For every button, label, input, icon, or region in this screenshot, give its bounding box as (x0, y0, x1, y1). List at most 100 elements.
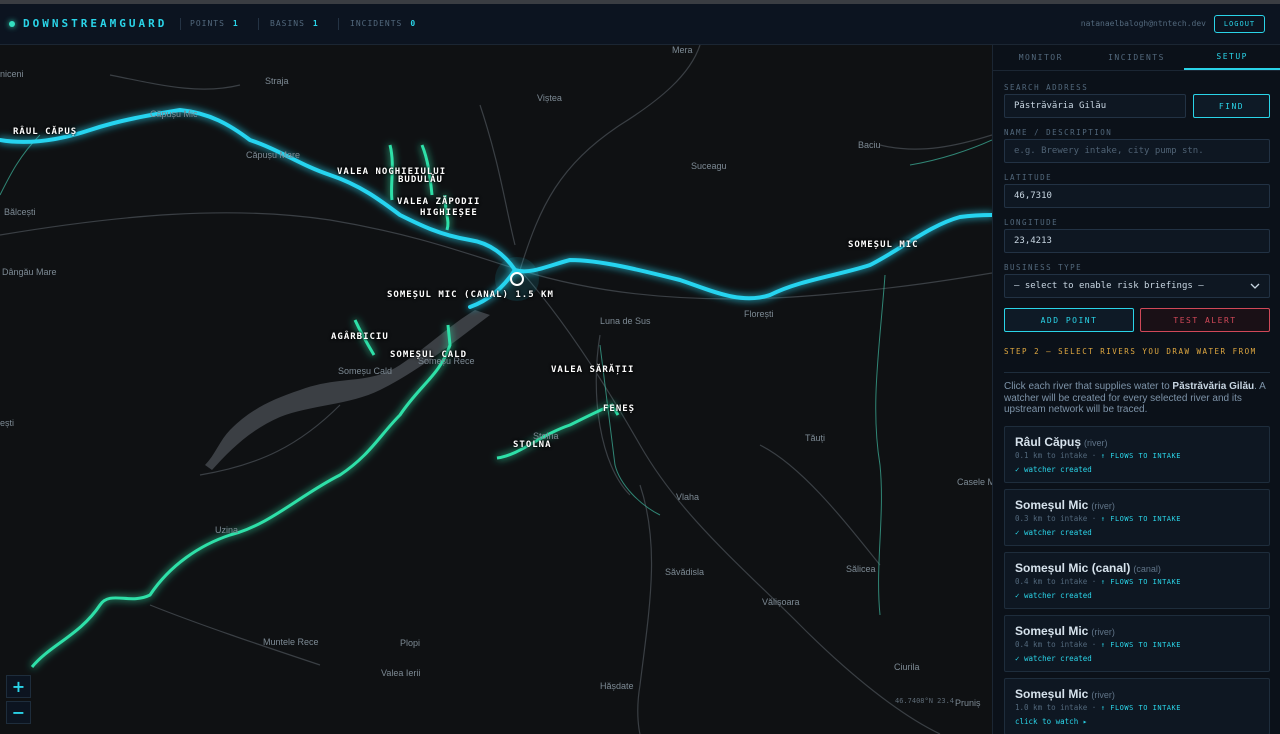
place-label: Valea Ierii (381, 668, 421, 678)
search-label: SEARCH ADDRESS (1004, 83, 1089, 92)
place-label: Uzina (215, 525, 239, 535)
river-name: Someșul Mic (river) (1015, 498, 1115, 512)
river-card[interactable]: Someșul Mic (canal) (canal) 0.4 km to int… (1004, 552, 1270, 609)
name-input[interactable]: e.g. Brewery intake, city pump stn. (1004, 139, 1270, 163)
stat-value: 0 (410, 19, 417, 28)
stat-value: 1 (232, 19, 239, 28)
place-label: Bălcești (4, 207, 36, 217)
tab-monitor[interactable]: MONITOR (993, 45, 1089, 70)
river-name-text: Someșul Mic (canal) (1015, 561, 1131, 575)
river-label[interactable]: VALEA ZĂPODII (397, 197, 480, 207)
divider (1004, 372, 1270, 373)
longitude-input[interactable]: 23,4213 (1004, 229, 1270, 253)
place-label: Pruniș (955, 698, 981, 708)
river-distance: 0.4 km to intake · ↑ FLOWS TO INTAKE (1015, 640, 1181, 649)
flow-badge: ↑ FLOWS TO INTAKE (1100, 704, 1181, 712)
user-email: natanaelbalogh@ntntech.dev (1080, 19, 1206, 28)
flow-badge: ↑ FLOWS TO INTAKE (1100, 578, 1181, 586)
stat-incidents: INCIDENTS 0 (350, 19, 416, 28)
place-label: Casele M (957, 477, 992, 487)
place-label: Căpușu Mic (150, 109, 198, 119)
river-card[interactable]: Someșul Mic (river) 0.3 km to intake · ↑ … (1004, 489, 1270, 546)
stat-label: BASINS (270, 19, 305, 28)
river-name-text: Râul Căpuș (1015, 435, 1082, 449)
test-alert-button[interactable]: TEST ALERT (1140, 308, 1270, 332)
river-name-text: Someșul Mic (1015, 624, 1089, 638)
zoom-out-button[interactable]: − (6, 701, 31, 724)
place-label: Vlaha (676, 492, 700, 502)
zoom-in-button[interactable]: + (6, 675, 31, 698)
river-distance: 0.4 km to intake · ↑ FLOWS TO INTAKE (1015, 577, 1181, 586)
river-name: Râul Căpuș (river) (1015, 435, 1108, 449)
stat-value: 1 (312, 19, 319, 28)
flow-badge: ↑ FLOWS TO INTAKE (1100, 452, 1181, 460)
river-label[interactable]: HIGHIEȘEE (420, 208, 478, 218)
stat-points: POINTS 1 (190, 19, 239, 28)
river-label[interactable]: BUDULĂU (398, 175, 443, 185)
place-label: Suceagu (691, 161, 727, 171)
latitude-input[interactable]: 46,7310 (1004, 184, 1270, 208)
river-kind: (canal) (1133, 564, 1161, 574)
river-kind: (river) (1091, 690, 1115, 700)
river-status: ✓ watcher created (1015, 654, 1092, 663)
river-name: Someșul Mic (river) (1015, 687, 1115, 701)
river-label[interactable]: STOLNA (513, 440, 552, 450)
desc-point-name: Păstrăvăria Gilău (1172, 381, 1255, 392)
distance-text: 0.4 km to intake (1015, 640, 1088, 649)
stat-label: POINTS (190, 19, 225, 28)
roads (0, 45, 992, 734)
river-kind: (river) (1091, 501, 1115, 511)
place-label: Florești (744, 309, 774, 319)
business-type-label: BUSINESS TYPE (1004, 263, 1083, 272)
map-canvas[interactable]: niceni Mera Straja Viștea Căpușu Mic Căp… (0, 45, 992, 734)
place-label: Căpușu Mare (246, 150, 301, 160)
watch-link[interactable]: click to watch ▸ (1015, 717, 1087, 726)
river-label[interactable]: VALEA SĂRĂȚII (551, 365, 634, 375)
river-label[interactable]: RÂUL CĂPUȘ (13, 127, 77, 137)
panel-tabs: MONITOR INCIDENTS SETUP (993, 45, 1280, 71)
river-label[interactable]: SOMEȘUL CALD (390, 350, 467, 360)
top-bar: DOWNSTREAMGUARD POINTS 1 BASINS 1 INCIDE… (0, 0, 1280, 45)
divider (258, 18, 259, 30)
minor-streams (0, 134, 992, 616)
place-label: Someșu Cald (338, 366, 393, 376)
river-label[interactable]: SOMEȘUL MIC (848, 240, 919, 250)
river-distance: 0.1 km to intake · ↑ FLOWS TO INTAKE (1015, 451, 1181, 460)
status-dot-icon (9, 20, 15, 27)
tab-incidents[interactable]: INCIDENTS (1089, 45, 1185, 70)
place-label: ești (0, 418, 15, 428)
river-status: ✓ watcher created (1015, 465, 1092, 474)
river-label[interactable]: AGÂRBICIU (331, 332, 389, 342)
brand-name: DOWNSTREAMGUARD (23, 17, 168, 30)
latitude-label: LATITUDE (1004, 173, 1053, 182)
step-description: Click each river that supplies water to … (1004, 381, 1272, 416)
name-label: NAME / DESCRIPTION (1004, 128, 1113, 137)
step-title: STEP 2 — SELECT RIVERS YOU DRAW WATER FR… (1004, 347, 1257, 356)
place-label: Săvădisla (665, 567, 705, 577)
river-label[interactable]: FENEȘ (603, 404, 635, 414)
tab-setup[interactable]: SETUP (1184, 45, 1280, 70)
river-kind: (river) (1084, 438, 1108, 448)
river-card[interactable]: Râul Căpuș (river) 0.1 km to intake · ↑ F… (1004, 426, 1270, 483)
flow-badge: ↑ FLOWS TO INTAKE (1100, 641, 1181, 649)
business-type-select[interactable]: — select to enable risk briefings — (1004, 274, 1270, 298)
find-button[interactable]: FIND (1193, 94, 1270, 118)
river-card[interactable]: Someșul Mic (river) 1.0 km to intake · ↑ … (1004, 678, 1270, 734)
logout-button[interactable]: LOGOUT (1214, 15, 1265, 33)
add-point-button[interactable]: ADD POINT (1004, 308, 1134, 332)
desc-text: Click each river that supplies water to (1004, 381, 1173, 392)
place-label: Mera (672, 45, 693, 55)
place-label: Ciurila (894, 662, 920, 672)
river-name-text: Someșul Mic (1015, 687, 1089, 701)
coordinate-readout: 46.7408°N 23.4 (895, 697, 955, 705)
search-input[interactable]: Păstrăvăria Gilău (1004, 94, 1186, 118)
place-label: Viștea (537, 93, 562, 103)
place-label: Tăuți (805, 433, 826, 443)
map-layer (0, 45, 992, 734)
river-distance: 0.3 km to intake · ↑ FLOWS TO INTAKE (1015, 514, 1181, 523)
river-label[interactable]: SOMEȘUL MIC (CANAL) 1.5 KM (387, 290, 554, 300)
place-label: Vălișoara (762, 597, 800, 607)
river-card[interactable]: Someșul Mic (river) 0.4 km to intake · ↑ … (1004, 615, 1270, 672)
business-type-value: — select to enable risk briefings — (1014, 281, 1204, 291)
distance-text: 0.1 km to intake (1015, 451, 1088, 460)
